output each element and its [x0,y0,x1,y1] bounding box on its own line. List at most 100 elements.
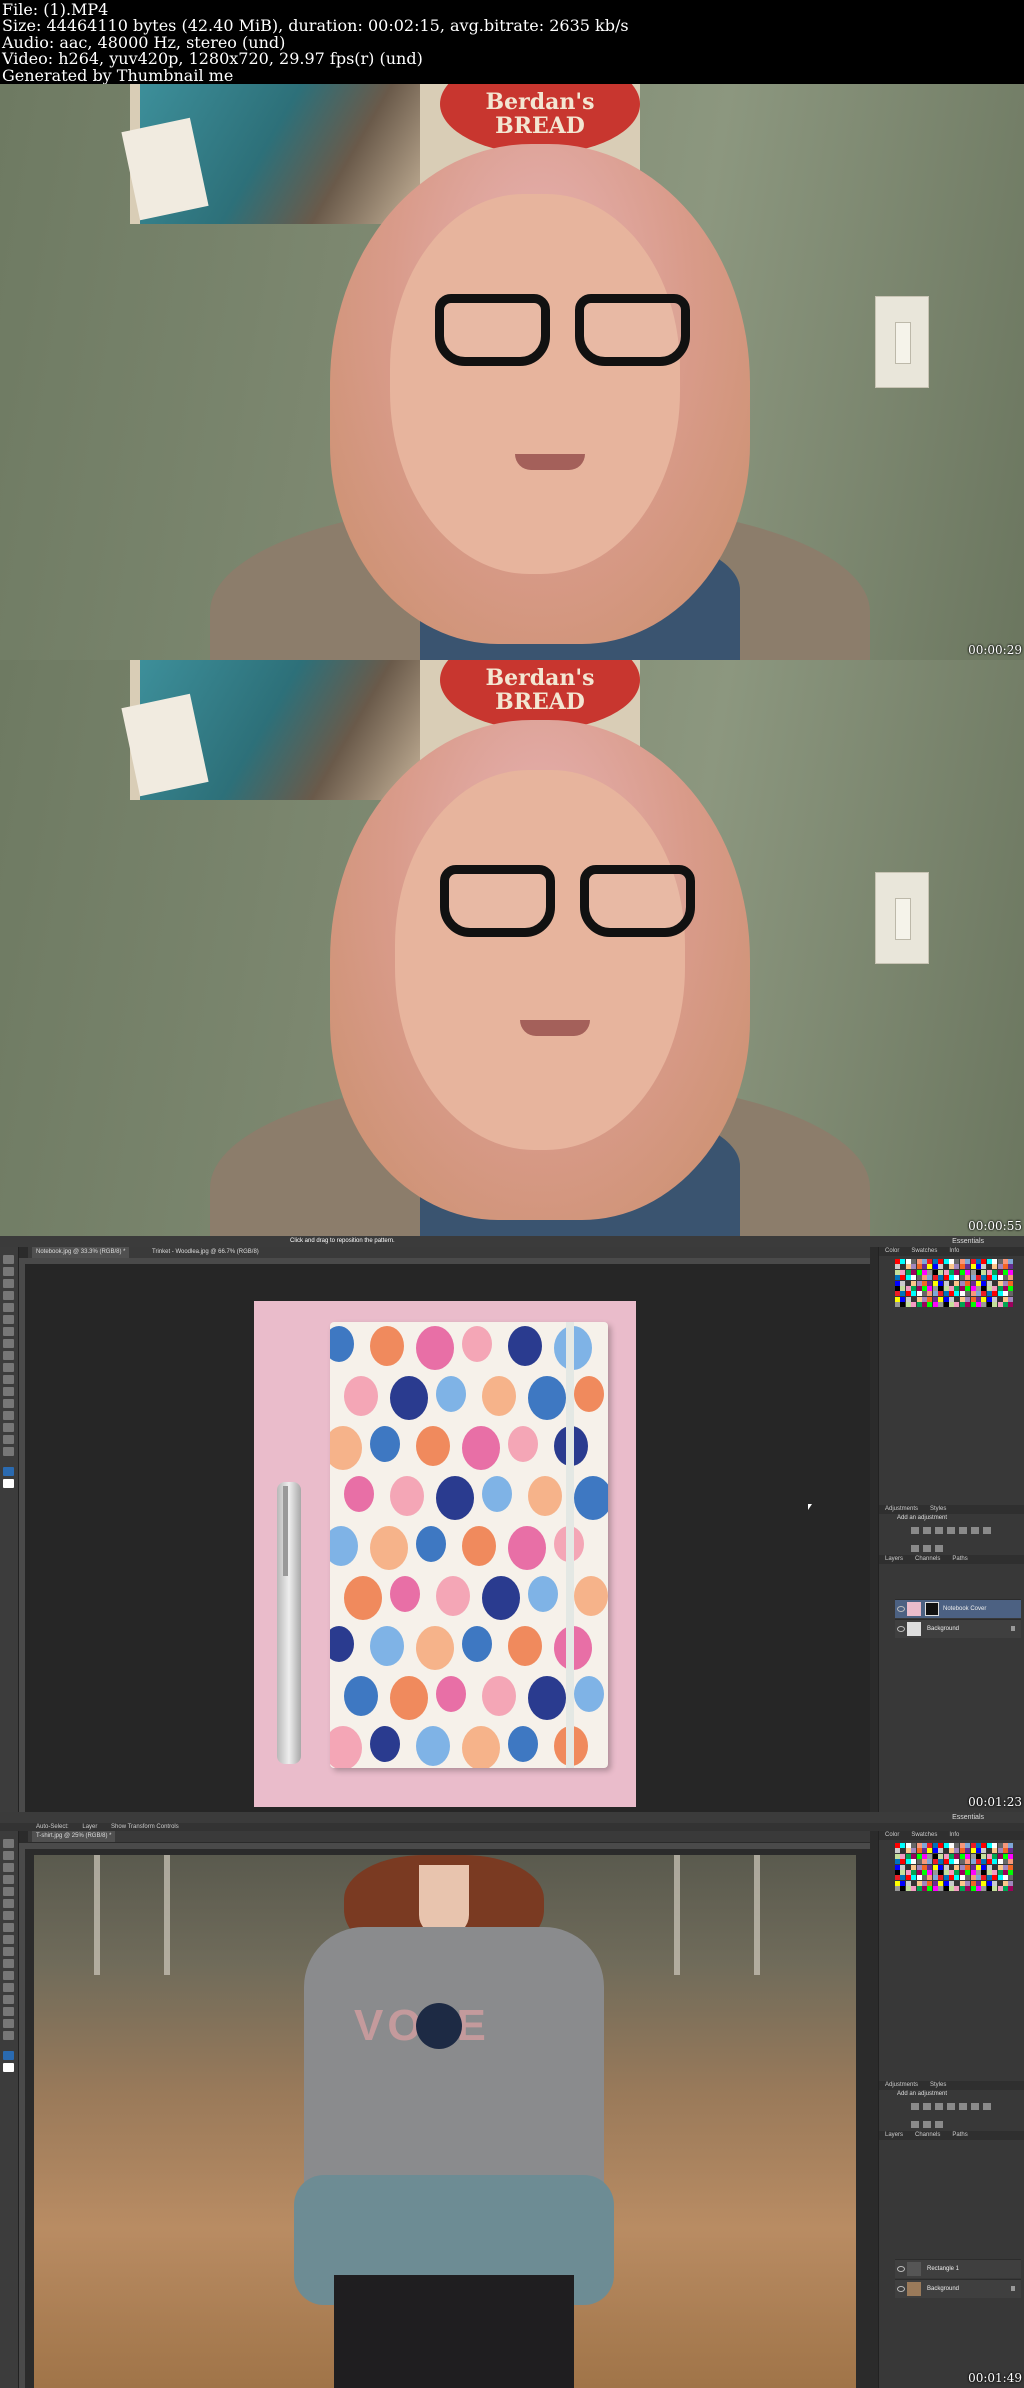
swatch[interactable] [970,1875,976,1881]
auto-select-checkbox[interactable]: Auto-Select: [36,1824,69,1830]
swatch[interactable] [911,1296,917,1302]
swatch[interactable] [1008,1275,1014,1281]
swatch[interactable] [981,1880,987,1886]
tab-notebook[interactable]: Notebook.jpg @ 33.3% (RGB/8) * [32,1247,130,1258]
swatch[interactable] [949,1843,954,1848]
swatch[interactable] [900,1843,906,1848]
swatch[interactable] [916,1864,922,1870]
swatch[interactable] [970,1296,976,1302]
swatch[interactable] [981,1275,987,1281]
lasso-tool-icon[interactable] [3,1279,14,1288]
swatch[interactable] [949,1853,954,1859]
swatch[interactable] [997,1264,1003,1270]
swatch[interactable] [943,1886,949,1892]
swatch[interactable] [965,1280,971,1286]
swatch[interactable] [895,1269,900,1275]
swatch[interactable] [927,1269,933,1275]
swatch[interactable] [895,1280,900,1286]
swatch[interactable] [927,1875,933,1881]
swatch[interactable] [905,1870,911,1875]
swatch[interactable] [943,1286,949,1291]
swatch[interactable] [954,1853,960,1859]
swatch[interactable] [965,1259,971,1264]
workspace-switcher[interactable]: Essentials [952,1236,984,1247]
layer-dropdown[interactable]: Layer [82,1824,97,1830]
swatch[interactable] [1008,1853,1014,1859]
swatch[interactable] [986,1880,992,1886]
swatch[interactable] [943,1269,949,1275]
swatch[interactable] [949,1870,954,1875]
swatch[interactable] [922,1880,927,1886]
swatch[interactable] [949,1286,954,1291]
stamp-tool-icon[interactable] [3,1923,14,1932]
gradient-tool-icon[interactable] [3,1363,14,1372]
swatches-grid[interactable] [895,1843,1015,1899]
swatch[interactable] [905,1286,911,1291]
swatch[interactable] [938,1853,944,1859]
swatch[interactable] [900,1259,906,1264]
swatch[interactable] [895,1886,900,1892]
swatch[interactable] [986,1853,992,1859]
swatch[interactable] [965,1296,971,1302]
swatch[interactable] [932,1843,938,1848]
swatch[interactable] [943,1853,949,1859]
swatch[interactable] [895,1843,900,1848]
swatch[interactable] [981,1853,987,1859]
swatch[interactable] [992,1291,998,1297]
swatch[interactable] [1003,1291,1008,1297]
lasso-tool-icon[interactable] [3,1863,14,1872]
wand-tool-icon[interactable] [3,1291,14,1300]
swatch[interactable] [895,1864,900,1870]
swatch[interactable] [1003,1886,1008,1892]
swatch[interactable] [938,1870,944,1875]
swatch[interactable] [943,1870,949,1875]
eraser-tool-icon[interactable] [3,1351,14,1360]
swatch[interactable] [932,1886,938,1892]
dodge-tool-icon[interactable] [3,1959,14,1968]
swatch[interactable] [986,1870,992,1875]
swatch[interactable] [922,1302,927,1308]
swatch[interactable] [916,1853,922,1859]
swatch[interactable] [970,1886,976,1892]
swatch[interactable] [949,1291,954,1297]
swatch[interactable] [1003,1843,1008,1848]
swatch[interactable] [997,1296,1003,1302]
eye-icon[interactable] [897,1626,905,1632]
swatch[interactable] [922,1848,927,1854]
swatch[interactable] [954,1286,960,1291]
swatch[interactable] [938,1880,944,1886]
swatch[interactable] [965,1853,971,1859]
swatch[interactable] [911,1275,917,1281]
swatch[interactable] [922,1859,927,1865]
swatch[interactable] [916,1280,922,1286]
swatch[interactable] [900,1296,906,1302]
swatch[interactable] [900,1302,906,1308]
swatch[interactable] [905,1859,911,1865]
swatch[interactable] [970,1870,976,1875]
swatch[interactable] [949,1875,954,1881]
swatch[interactable] [927,1843,933,1848]
swatch[interactable] [916,1264,922,1270]
swatch[interactable] [997,1286,1003,1291]
swatch[interactable] [981,1864,987,1870]
foreground-color-icon[interactable] [3,2051,14,2060]
swatch[interactable] [970,1859,976,1865]
swatch[interactable] [997,1259,1003,1264]
swatch[interactable] [911,1870,917,1875]
swatch[interactable] [992,1859,998,1865]
swatch[interactable] [954,1864,960,1870]
swatch[interactable] [976,1843,981,1848]
swatch[interactable] [976,1275,981,1281]
swatch[interactable] [911,1286,917,1291]
swatch[interactable] [1008,1296,1014,1302]
swatch[interactable] [959,1853,965,1859]
swatches-grid[interactable] [895,1259,1015,1315]
swatch[interactable] [927,1853,933,1859]
swatch[interactable] [970,1275,976,1281]
swatch[interactable] [976,1264,981,1270]
swatch[interactable] [992,1264,998,1270]
swatch[interactable] [949,1296,954,1302]
swatch[interactable] [943,1259,949,1264]
swatch[interactable] [976,1291,981,1297]
swatch[interactable] [922,1275,927,1281]
